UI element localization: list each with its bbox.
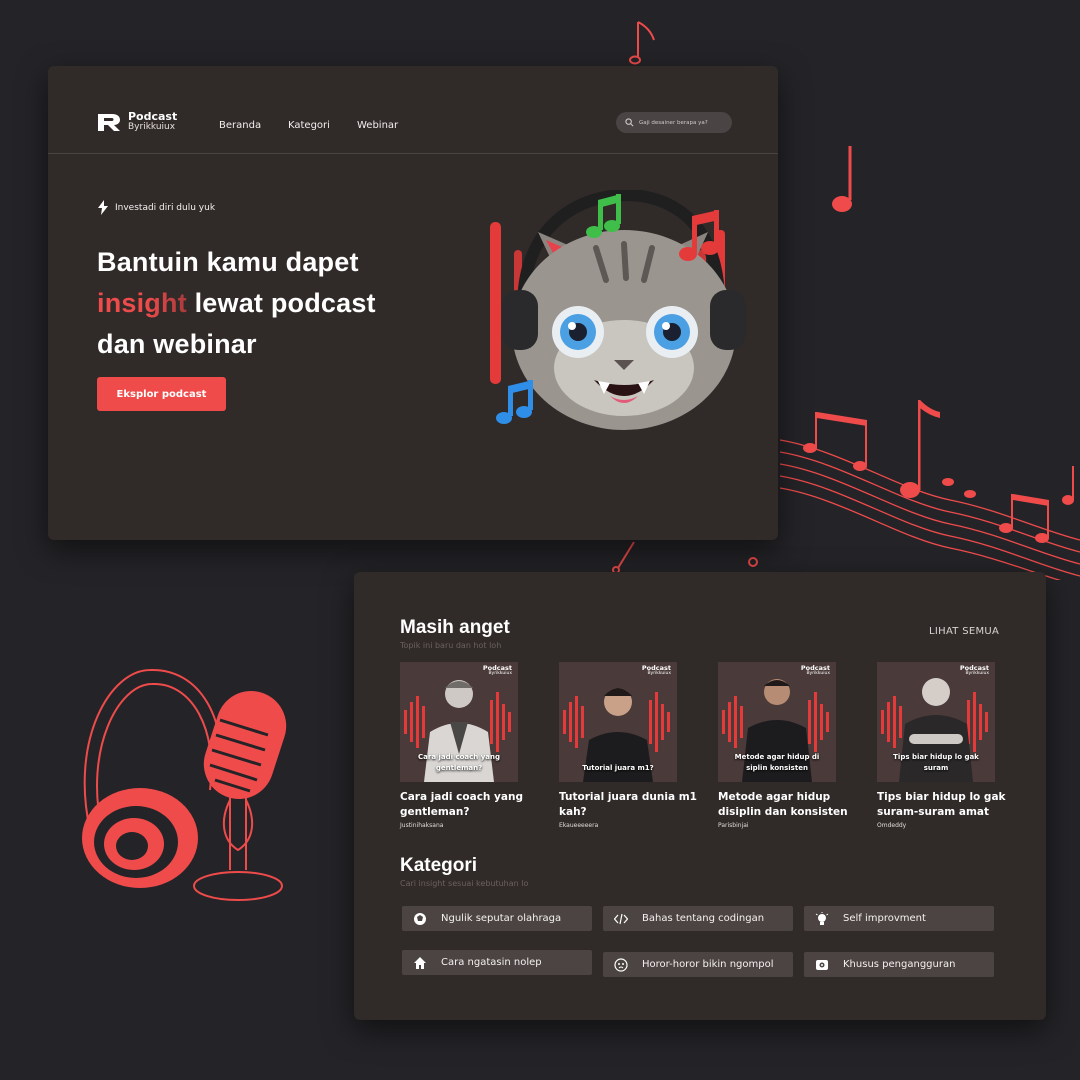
podcast-thumbnail: Podcast Byrikkuiux Metode agar hidup di s…	[718, 662, 836, 782]
card-author: Justinihaksana	[400, 822, 444, 829]
card-title: Tutorial juara dunia m1 kah?	[559, 791, 697, 818]
brand-name: Podcast	[128, 110, 178, 123]
podcast-card[interactable]: Podcast Byrikkuiux Cara jadi coach yang g…	[400, 662, 540, 829]
home-icon	[414, 956, 426, 969]
cat-headphones-illustration	[490, 190, 746, 430]
ghost-icon	[614, 957, 628, 972]
category-section-subtitle: Cari insight sesuai kebutuhan lo	[400, 879, 529, 888]
thumbnail-brand: Podcast Byrikkuiux	[641, 664, 671, 676]
thumbnail-brand: Podcast Byrikkuiux	[800, 664, 830, 676]
category-chip-coding[interactable]: Bahas tentang codingan	[603, 906, 793, 931]
category-label: Khusus pengangguran	[843, 959, 956, 970]
tagline-text: Investadi diri dulu yuk	[115, 202, 216, 213]
card-author: Parisbinjai	[718, 822, 749, 829]
hero-title: Bantuin kamu dapet insight lewat podcast…	[97, 242, 437, 365]
category-label: Ngulik seputar olahraga	[441, 913, 562, 924]
thumbnail-brand: Podcast Byrikkuiux	[482, 664, 512, 676]
nav-webinar[interactable]: Webinar	[357, 120, 398, 131]
hero-panel: Podcast Byrikkuiux Beranda Kategori Webi…	[48, 66, 778, 540]
wallet-icon	[816, 959, 828, 970]
card-title: Tips biar hidup lo gak suram-suram amat	[877, 791, 1006, 818]
bulb-icon	[815, 911, 829, 925]
code-icon	[614, 913, 628, 924]
search-icon	[625, 118, 634, 127]
category-label: Cara ngatasin nolep	[441, 957, 542, 968]
thumbnail-caption: Tutorial juara m1?	[582, 764, 654, 772]
category-chip-nolep[interactable]: Cara ngatasin nolep	[402, 950, 592, 975]
card-title: Cara jadi coach yang gentleman?	[400, 791, 523, 818]
ball-icon	[414, 912, 426, 925]
category-label: Bahas tentang codingan	[642, 913, 765, 924]
thumbnail-caption: Tips biar hidup lo gak suram	[893, 753, 979, 772]
card-author: Ekaueeeeera	[559, 822, 599, 829]
category-label: Horor-horor bikin ngompol	[642, 959, 774, 970]
category-section-title: Kategori	[400, 855, 478, 876]
hero-title-line3: dan webinar	[97, 329, 257, 359]
logo-r-icon	[98, 114, 120, 131]
music-staff-decoration	[780, 400, 1080, 580]
content-panel: Masih anget Topik ini baru dan hot loh L…	[354, 572, 1046, 1020]
podcast-card[interactable]: Podcast Byrikkuiux Tutorial juara m1? Tut…	[559, 662, 699, 829]
brand-sub: Byrikkuiux	[128, 122, 176, 132]
see-all-link[interactable]: LIHAT SEMUA	[929, 626, 999, 637]
podcast-thumbnail: Podcast Byrikkuiux Cara jadi coach yang g…	[400, 662, 518, 782]
headphones-mic-illustration	[82, 668, 287, 901]
music-note-decoration-top	[629, 21, 655, 65]
thumbnail-caption: Metode agar hidup di siplin konsisten	[734, 753, 820, 772]
card-author: Omdeddy	[877, 822, 907, 829]
nav-kategori[interactable]: Kategori	[288, 120, 330, 131]
category-label: Self improvment	[843, 913, 926, 924]
nav-beranda[interactable]: Beranda	[219, 120, 261, 131]
hero-title-line2: lewat podcast	[186, 288, 376, 318]
search-input[interactable]	[639, 119, 732, 126]
music-note-decoration-right	[832, 146, 852, 212]
tagline: Investadi diri dulu yuk	[98, 200, 215, 215]
category-chip-horor[interactable]: Horor-horor bikin ngompol	[603, 952, 793, 977]
card-title: Metode agar hidup disiplin dan konsisten	[718, 791, 848, 818]
hero-title-line1: Bantuin kamu dapet	[97, 247, 359, 277]
podcast-thumbnail: Podcast Byrikkuiux Tips biar hidup lo gak…	[877, 662, 995, 782]
thumbnail-brand: Podcast Byrikkuiux	[959, 664, 989, 676]
category-chip-pengangguran[interactable]: Khusus pengangguran	[804, 952, 994, 977]
brand-logo[interactable]: Podcast Byrikkuiux	[98, 110, 178, 132]
latest-section-title: Masih anget	[400, 617, 510, 638]
explore-podcast-button[interactable]: Eksplor podcast	[97, 377, 226, 411]
podcast-card[interactable]: Podcast Byrikkuiux Tips biar hidup lo gak…	[877, 662, 1017, 829]
lightning-icon	[98, 200, 108, 215]
podcast-thumbnail: Podcast Byrikkuiux Tutorial juara m1?	[559, 662, 677, 782]
search-box[interactable]	[616, 112, 732, 133]
category-chip-olahraga[interactable]: Ngulik seputar olahraga	[402, 906, 592, 931]
thumbnail-caption: Cara jadi coach yang gentleman?	[418, 753, 500, 772]
category-chip-self-improvement[interactable]: Self improvment	[804, 906, 994, 931]
latest-section-subtitle: Topik ini baru dan hot loh	[400, 641, 502, 650]
podcast-card[interactable]: Podcast Byrikkuiux Metode agar hidup di s…	[718, 662, 858, 829]
hero-title-highlight: insight	[97, 288, 187, 318]
navbar: Podcast Byrikkuiux Beranda Kategori Webi…	[48, 66, 778, 154]
